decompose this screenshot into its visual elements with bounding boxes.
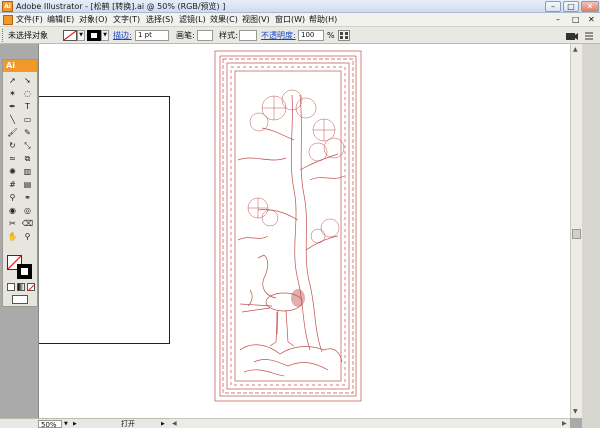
fill-swatch[interactable] xyxy=(63,30,77,41)
menu-window[interactable]: 窗口(W) xyxy=(275,13,305,27)
scroll-up-arrow-icon[interactable]: ▲ xyxy=(573,46,578,53)
lasso-icon[interactable]: ◌ xyxy=(21,88,34,99)
menu-bar: 文件(F) 编辑(E) 对象(O) 文字(T) 选择(S) 滤镜(L) 效果(C… xyxy=(0,13,600,27)
scroll-down-arrow-icon[interactable]: ▼ xyxy=(573,408,578,415)
percent-sign: % xyxy=(327,31,335,40)
style-label: 样式: xyxy=(219,31,238,40)
none-slash-icon xyxy=(27,284,35,292)
tools-panel-header[interactable]: Ai xyxy=(3,60,37,72)
free-transform-icon[interactable]: ⧉ xyxy=(21,153,34,164)
flyout-menu-icon xyxy=(585,32,593,40)
artboard-nav-icon[interactable]: ▶ xyxy=(73,419,77,428)
menu-select[interactable]: 选择(S) xyxy=(146,13,173,27)
style-picker[interactable] xyxy=(239,30,257,41)
document-restore-button[interactable]: □ xyxy=(572,13,580,27)
paintbrush-icon[interactable]: 🖌 xyxy=(6,127,19,138)
maximize-button[interactable]: □ xyxy=(563,1,579,12)
recolor-button[interactable] xyxy=(338,30,350,41)
line-segment-icon[interactable]: ╲ xyxy=(6,114,19,125)
menu-effect[interactable]: 效果(C) xyxy=(210,13,238,27)
gradient-mode-button[interactable] xyxy=(17,283,25,291)
stroke-dropdown[interactable]: ▼ xyxy=(101,30,109,41)
zoom-value: 50% xyxy=(41,421,57,428)
stroke-weight-value: 1 pt xyxy=(138,31,152,39)
artboard[interactable] xyxy=(39,96,170,344)
live-paint-selection-icon[interactable]: ◎ xyxy=(21,205,34,216)
blend-icon[interactable]: ⚭ xyxy=(21,192,34,203)
zoom-field[interactable]: 50% xyxy=(38,420,62,428)
menu-file[interactable]: 文件(F) xyxy=(16,13,43,27)
vertical-scroll-thumb[interactable] xyxy=(572,229,581,239)
opacity-panel-link[interactable]: 不透明度: xyxy=(261,27,296,44)
document-close-button[interactable]: ✕ xyxy=(588,13,595,27)
tools-panel: Ai ➚ ➘ ✶ ◌ ✒ T ╲ ▭ 🖌 ✎ ↻ ⤡ ≈ ⧉ ✺ ▥ # ▤ ⚲ ⚭ ◉ ◎ ✂ ⌫ ✋ ⚲ xyxy=(2,59,38,307)
eraser-icon[interactable]: ⌫ xyxy=(21,218,34,229)
hand-icon[interactable]: ✋ xyxy=(6,231,19,242)
scale-icon[interactable]: ⤡ xyxy=(21,140,34,151)
control-bar: 未选择对象 ▼ ▼ 描边: 1 pt 画笔: 样式: 不透明度: 100 % xyxy=(0,27,600,44)
horizontal-scrollbar[interactable]: ◀ ▶ xyxy=(170,418,570,428)
gradient-icon[interactable]: ▤ xyxy=(21,179,34,190)
stroke-weight-field[interactable]: 1 pt xyxy=(135,30,169,41)
panel-dock xyxy=(582,44,600,428)
close-button[interactable]: ✕ xyxy=(581,1,599,12)
camera-icon xyxy=(566,33,578,40)
opacity-field[interactable]: 100 xyxy=(298,30,324,41)
opacity-value: 100 xyxy=(301,31,315,39)
window-title: Adobe Illustrator - [松鹤 [转换].ai @ 50% (R… xyxy=(16,2,226,11)
brush-picker[interactable] xyxy=(197,30,213,41)
menu-filter[interactable]: 滤镜(L) xyxy=(179,13,206,27)
live-paint-icon[interactable]: ◉ xyxy=(6,205,19,216)
brush-label: 画笔: xyxy=(176,31,195,40)
direct-selection-icon[interactable]: ➘ xyxy=(21,75,34,86)
status-info-text: 打开 xyxy=(121,420,135,428)
document-minimize-button[interactable]: – xyxy=(556,13,560,27)
grid-icon xyxy=(340,32,348,39)
panel-menu-button[interactable] xyxy=(583,30,595,41)
none-slash-icon xyxy=(63,30,77,41)
rotate-icon[interactable]: ↻ xyxy=(6,140,19,151)
column-graph-icon[interactable]: ▥ xyxy=(21,166,34,177)
zoom-icon[interactable]: ⚲ xyxy=(21,231,34,242)
document-icon[interactable] xyxy=(3,15,13,25)
status-bar: 50% ▼ ▶ 打开 ▶ xyxy=(0,418,170,428)
panel-grip[interactable] xyxy=(2,29,4,42)
crane-pine-artwork[interactable] xyxy=(214,50,362,402)
document-setup-button[interactable] xyxy=(565,30,579,41)
rectangle-icon[interactable]: ▭ xyxy=(21,114,34,125)
menu-help[interactable]: 帮助(H) xyxy=(309,13,337,27)
fill-dropdown[interactable]: ▼ xyxy=(77,30,85,41)
none-mode-button[interactable] xyxy=(27,283,35,292)
screen-mode-button[interactable] xyxy=(12,295,28,304)
selection-icon[interactable]: ➚ xyxy=(6,75,19,86)
scroll-right-arrow-icon[interactable]: ▶ xyxy=(562,420,567,427)
mesh-icon[interactable]: # xyxy=(6,179,19,190)
zoom-dropdown-icon[interactable]: ▼ xyxy=(64,419,68,428)
title-bar: Ai Adobe Illustrator - [松鹤 [转换].ai @ 50%… xyxy=(0,0,600,13)
menu-object[interactable]: 对象(O) xyxy=(79,13,108,27)
scroll-left-arrow-icon[interactable]: ◀ xyxy=(172,420,177,427)
menu-view[interactable]: 视图(V) xyxy=(242,13,270,27)
eyedropper-icon[interactable]: ⚲ xyxy=(6,192,19,203)
pen-icon[interactable]: ✒ xyxy=(6,101,19,112)
vertical-scrollbar[interactable]: ▲ ▼ xyxy=(570,44,582,418)
warp-icon[interactable]: ≈ xyxy=(6,153,19,164)
menu-type[interactable]: 文字(T) xyxy=(113,13,140,27)
stroke-swatch[interactable] xyxy=(87,30,101,41)
slice-icon[interactable]: ✂ xyxy=(6,218,19,229)
pencil-icon[interactable]: ✎ xyxy=(21,127,34,138)
illustrator-app-icon[interactable]: Ai xyxy=(2,1,13,12)
magic-wand-icon[interactable]: ✶ xyxy=(6,88,19,99)
minimize-button[interactable]: – xyxy=(545,1,561,12)
stroke-color-box[interactable] xyxy=(17,264,32,279)
menu-edit[interactable]: 编辑(E) xyxy=(47,13,74,27)
type-icon[interactable]: T xyxy=(21,101,34,112)
status-menu-arrow-icon[interactable]: ▶ xyxy=(161,419,165,428)
selection-status: 未选择对象 xyxy=(8,31,48,40)
color-mode-button[interactable] xyxy=(7,283,15,291)
stroke-panel-link[interactable]: 描边: xyxy=(113,27,132,44)
symbol-sprayer-icon[interactable]: ✺ xyxy=(6,166,19,177)
